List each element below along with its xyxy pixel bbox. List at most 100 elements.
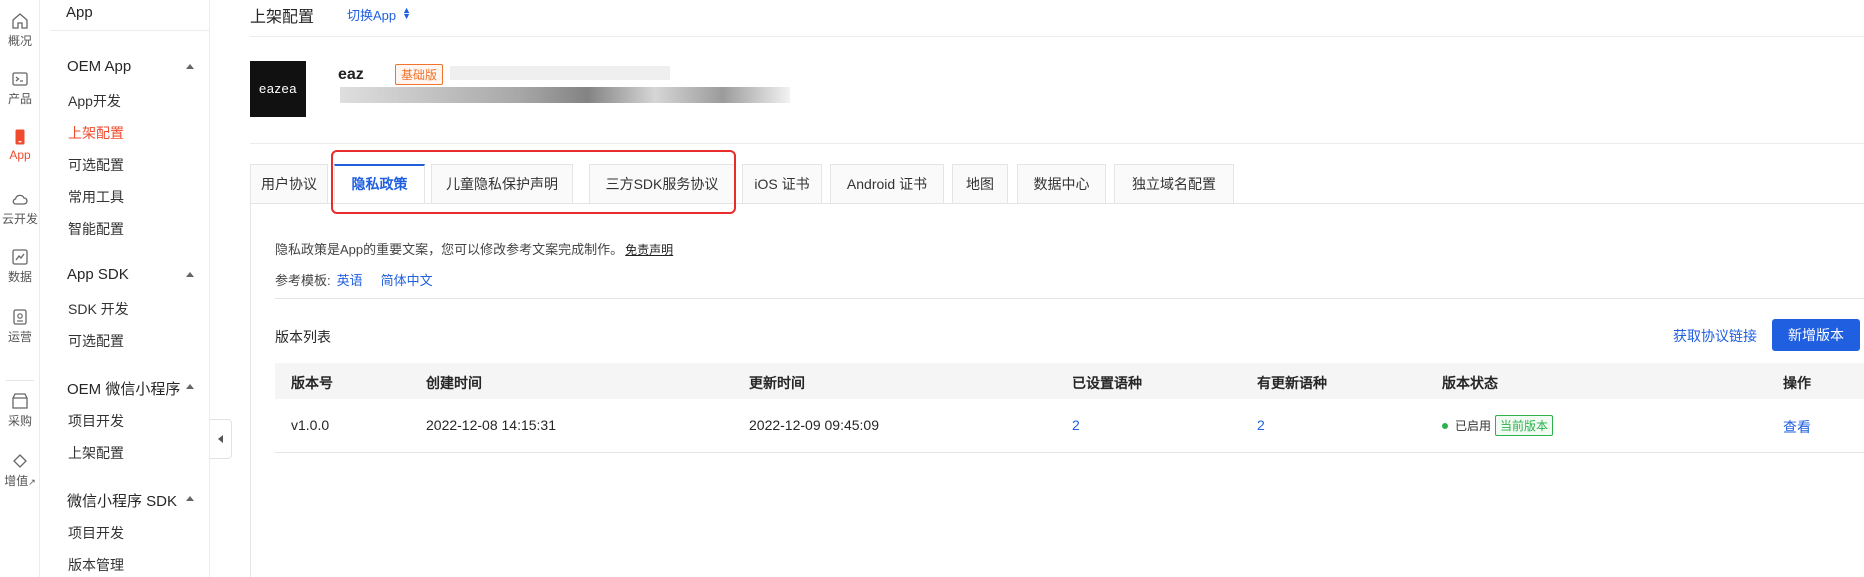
collapse-arrow-icon [186, 496, 194, 501]
sidebar-collapse-button[interactable] [210, 419, 232, 459]
column-header: 版本号 [291, 375, 333, 391]
column-header: 有更新语种 [1257, 375, 1327, 391]
chart-icon [12, 249, 28, 265]
group-title: OEM 微信小程序 [67, 381, 181, 398]
get-agreement-link-button[interactable]: 获取协议链接 [1673, 326, 1757, 346]
external-link-icon: ↗ [28, 477, 36, 487]
badge-icon [13, 309, 27, 325]
sidebar-item-wechat-project-dev[interactable]: 项目开发 [68, 523, 124, 543]
highlight-box [331, 150, 736, 214]
sidebar-item-app-dev[interactable]: App开发 [68, 91, 121, 111]
tab-map[interactable]: 地图 [952, 164, 1008, 204]
updated-languages-link[interactable]: 2 [1257, 417, 1265, 433]
sidebar-item-project-dev[interactable]: 项目开发 [68, 411, 124, 431]
rail-item-value-added[interactable]: 增值↗ [0, 452, 40, 489]
rail-label: 产品 [7, 92, 32, 106]
app-logo: eazea [250, 61, 306, 117]
reference-label: 参考模板: [275, 273, 331, 288]
table-header: 版本号 创建时间 更新时间 已设置语种 有更新语种 版本状态 操作 [275, 363, 1864, 399]
rail-item-purchase[interactable]: 采购 [0, 392, 40, 429]
terminal-icon [12, 72, 28, 86]
sidebar-item-optional-config[interactable]: 可选配置 [68, 155, 124, 175]
tab-data-center[interactable]: 数据中心 [1017, 164, 1106, 204]
app-name: eaz [338, 66, 364, 83]
sidebar-item-listing-config[interactable]: 上架配置 [68, 123, 124, 143]
collapse-arrow-icon [186, 272, 194, 277]
rail-label: 数据 [7, 270, 32, 284]
rail-label: 概况 [7, 34, 32, 48]
version-cell: v1.0.0 [291, 417, 330, 433]
rail-item-operation[interactable]: 运营 [0, 308, 40, 345]
rail-label: 云开发 [1, 212, 38, 226]
edition-badge: 基础版 [395, 64, 444, 85]
column-header: 版本状态 [1442, 375, 1498, 391]
redacted-info [340, 87, 790, 103]
divider [50, 30, 210, 31]
group-title: 微信小程序 SDK [67, 493, 178, 510]
sort-arrows-icon: ▲ ▼ [402, 5, 412, 21]
collapse-arrow-icon [186, 384, 194, 389]
sub-sidebar: App OEM App App开发 上架配置 可选配置 常用工具 智能配置 Ap… [50, 0, 210, 577]
home-icon [12, 13, 28, 29]
tab-user-agreement[interactable]: 用户协议 [250, 164, 328, 204]
divider [250, 36, 1864, 37]
disclaimer-link[interactable]: 免责声明 [625, 243, 673, 257]
page-title: 上架配置 [250, 9, 315, 26]
rail-item-cloud[interactable]: 云开发 [0, 190, 40, 227]
sidebar-item-wechat-listing[interactable]: 上架配置 [68, 443, 124, 463]
updated-cell: 2022-12-09 09:45:09 [749, 417, 879, 433]
sidebar-item-sdk-dev[interactable]: SDK 开发 [68, 299, 129, 319]
divider [250, 143, 1864, 144]
tab-android-cert[interactable]: Android 证书 [830, 164, 944, 204]
rail-label: App [9, 148, 31, 162]
rail-label: 增值 [4, 474, 29, 488]
sidebar-group-oem-app[interactable]: OEM App [67, 58, 194, 75]
status-cell: 已启用 当前版本 [1442, 415, 1554, 436]
cloud-icon [12, 194, 28, 205]
rail-item-overview[interactable]: 概况 [0, 12, 40, 49]
group-title: App SDK [67, 266, 129, 283]
switch-app-label: 切换App [347, 8, 397, 23]
sidebar-group-wechat-sdk[interactable]: 微信小程序 SDK [67, 490, 194, 511]
version-list-title: 版本列表 [275, 329, 331, 345]
rail-item-product[interactable]: 产品 [0, 70, 40, 107]
sidebar-item-version-mgmt[interactable]: 版本管理 [68, 555, 124, 575]
sidebar-group-app-sdk[interactable]: App SDK [67, 266, 194, 283]
table-row: v1.0.0 2022-12-08 14:15:31 2022-12-09 09… [275, 399, 1864, 453]
reference-templates: 参考模板: 英语 简体中文 [275, 270, 445, 289]
column-header: 更新时间 [749, 375, 805, 391]
column-header: 已设置语种 [1072, 375, 1142, 391]
sidebar-item-common-tools[interactable]: 常用工具 [68, 187, 124, 207]
status-text: 已启用 [1455, 419, 1492, 433]
diamond-icon [13, 454, 27, 468]
template-english-link[interactable]: 英语 [337, 273, 363, 288]
status-dot-icon [1442, 423, 1448, 429]
rail-divider [6, 380, 34, 381]
chevron-left-icon [218, 435, 223, 443]
rail-item-app[interactable]: App [0, 128, 40, 162]
phone-icon [15, 129, 25, 145]
template-chinese-link[interactable]: 简体中文 [381, 273, 433, 288]
sidebar-item-smart-config[interactable]: 智能配置 [68, 219, 124, 239]
tab-ios-cert[interactable]: iOS 证书 [742, 164, 822, 204]
rail-item-data[interactable]: 数据 [0, 248, 40, 285]
current-version-badge: 当前版本 [1495, 415, 1554, 436]
created-cell: 2022-12-08 14:15:31 [426, 417, 556, 433]
divider [250, 204, 251, 577]
rail-label: 运营 [7, 330, 32, 344]
store-icon [12, 393, 28, 409]
column-header: 操作 [1783, 375, 1811, 391]
privacy-description: 隐私政策是App的重要文案，您可以修改参考文案完成制作。 免责声明 [275, 239, 673, 258]
sidebar-group-oem-wechat[interactable]: OEM 微信小程序 [67, 378, 194, 399]
tab-domain-config[interactable]: 独立域名配置 [1114, 164, 1234, 204]
column-header: 创建时间 [426, 375, 482, 391]
add-version-button[interactable]: 新增版本 [1772, 319, 1860, 351]
group-title: OEM App [67, 58, 132, 75]
view-button[interactable]: 查看 [1783, 417, 1811, 437]
switch-app-button[interactable]: 切换App ▲ ▼ [347, 5, 411, 24]
divider [275, 298, 1864, 299]
sidebar-item-sdk-optional[interactable]: 可选配置 [68, 331, 124, 351]
collapse-arrow-icon [186, 64, 194, 69]
description-text: 隐私政策是App的重要文案，您可以修改参考文案完成制作。 [275, 242, 624, 257]
set-languages-link[interactable]: 2 [1072, 417, 1080, 433]
